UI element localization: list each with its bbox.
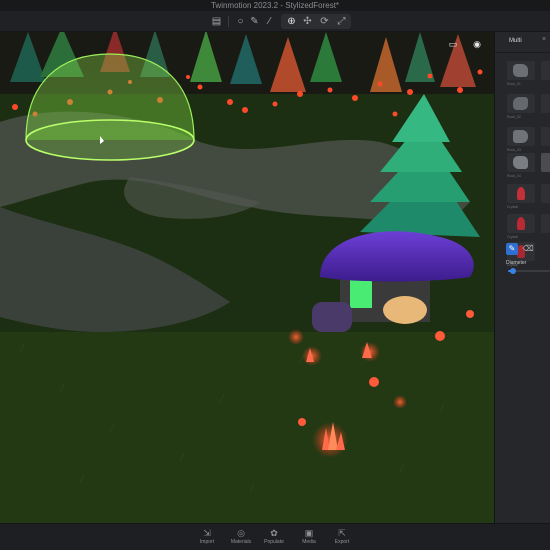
populate-icon: ✿	[270, 528, 278, 538]
import-button[interactable]: ⇲ Import	[189, 527, 225, 546]
close-icon[interactable]: ×	[542, 36, 546, 43]
asset-thumbnail-partial[interactable]	[541, 184, 550, 203]
toolbar: ▤ ○ ✎ ⁄ ⊕ ✣ ⟳ ⤢	[0, 11, 550, 32]
asset-thumbnail[interactable]	[507, 184, 535, 203]
crystal-icon	[517, 187, 525, 200]
export-label: Export	[334, 539, 350, 545]
rock-icon	[513, 130, 528, 143]
scale-icon[interactable]: ⤢	[335, 15, 348, 28]
export-icon: ⇱	[338, 528, 346, 538]
media-button[interactable]: ▣ Media	[291, 527, 327, 546]
title-bar: Twinmotion 2023.2 - StylizedForest*	[0, 0, 550, 11]
eyedropper-icon[interactable]: ⁄	[263, 15, 276, 28]
brush-tool-icon[interactable]: ✎	[506, 243, 518, 255]
asset-thumbnail-partial[interactable]	[541, 214, 550, 233]
asset-thumbnail-partial[interactable]	[541, 127, 550, 146]
diameter-slider-knob[interactable]	[510, 268, 517, 274]
media-label: Media	[302, 539, 316, 545]
materials-icon: ◎	[237, 528, 245, 538]
circle-select-icon[interactable]: ○	[234, 15, 247, 28]
rock-icon	[513, 97, 528, 110]
asset-thumbnail[interactable]	[507, 94, 535, 113]
rock-icon	[513, 64, 528, 77]
asset-thumbnail[interactable]	[507, 127, 535, 146]
rotate-icon[interactable]: ⟳	[318, 15, 331, 28]
asset-thumbnail-partial[interactable]	[541, 153, 550, 172]
screen-icon[interactable]: ▭	[446, 39, 460, 49]
asset-thumbnail[interactable]	[507, 214, 535, 233]
scene-render	[0, 32, 494, 523]
panel-title: Multi	[509, 38, 522, 44]
crosshair-move-icon[interactable]: ⊕	[285, 15, 298, 28]
toolbar-divider	[228, 16, 229, 27]
asset-caption: Rock_04	[507, 174, 521, 178]
app-window: Twinmotion 2023.2 - StylizedForest* ▤ ○ …	[0, 0, 550, 550]
eye-icon[interactable]: ◉	[470, 39, 484, 49]
layers-icon[interactable]: ▤	[210, 15, 223, 28]
populate-panel: Multi × Rock_01 Rock_02 Rock_03 Rock_04 …	[494, 32, 550, 523]
asset-thumbnail-partial[interactable]	[541, 61, 550, 80]
materials-button[interactable]: ◎ Materials	[223, 527, 259, 546]
export-button[interactable]: ⇱ Export	[324, 527, 360, 546]
3d-viewport[interactable]: ▭ ◉	[0, 32, 494, 523]
asset-caption: Rock_03	[507, 148, 521, 152]
crystal-icon	[517, 217, 525, 230]
asset-caption: Crystal	[507, 235, 518, 239]
asset-caption: Rock_02	[507, 115, 521, 119]
rock-icon	[513, 156, 528, 169]
asset-caption: Crystal	[507, 205, 518, 209]
move-arrows-icon[interactable]: ✣	[301, 15, 314, 28]
asset-caption: Rock_01	[507, 82, 521, 86]
eraser-tool-icon[interactable]: ⌫	[522, 243, 534, 255]
diameter-label: Diameter	[506, 260, 527, 266]
materials-label: Materials	[230, 539, 252, 545]
panel-divider	[495, 52, 550, 53]
asset-thumbnail-partial[interactable]	[541, 94, 550, 113]
bottom-bar: ⇲ Import ◎ Materials ✿ Populate ▣ Media …	[0, 523, 550, 550]
asset-thumbnail[interactable]	[507, 61, 535, 80]
import-icon: ⇲	[203, 528, 211, 538]
asset-thumbnail[interactable]	[507, 153, 535, 172]
paint-brush-icon[interactable]: ✎	[248, 15, 261, 28]
media-icon: ▣	[304, 528, 314, 538]
populate-button[interactable]: ✿ Populate	[256, 527, 292, 546]
import-label: Import	[199, 539, 215, 545]
diameter-slider[interactable]	[508, 268, 550, 274]
window-title: Twinmotion 2023.2 - StylizedForest*	[210, 1, 340, 10]
populate-label: Populate	[264, 539, 284, 545]
